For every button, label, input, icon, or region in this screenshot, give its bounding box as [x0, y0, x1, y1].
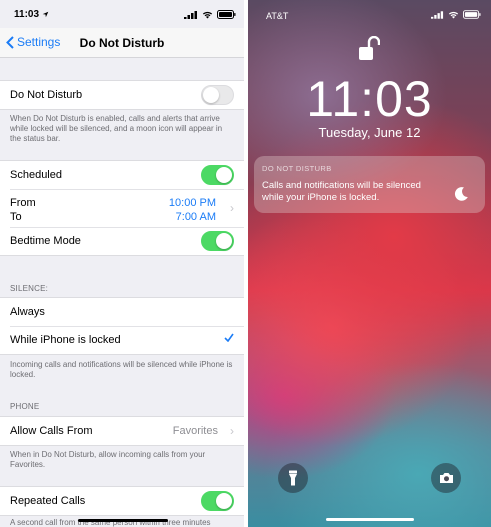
- toggle-knob: [216, 233, 232, 249]
- navigation-bar: Settings Do Not Disturb: [0, 28, 244, 58]
- signal-icon: [184, 10, 197, 19]
- bedtime-row: Bedtime Mode: [0, 227, 244, 255]
- settings-screen: 11:03 Settings Do Not Disturb Do Not Dis…: [0, 0, 244, 527]
- status-time-group: 11:03: [14, 9, 49, 20]
- from-to-row[interactable]: From To 10:00 PM 7:00 AM ›: [0, 189, 244, 227]
- repeated-calls-row: Repeated Calls: [0, 487, 244, 515]
- lock-clock: 11:03: [306, 71, 433, 127]
- repeated-group: Repeated Calls: [0, 486, 244, 516]
- unlocked-padlock-icon: [359, 36, 380, 60]
- chevron-right-icon: ›: [230, 424, 234, 438]
- repeated-calls-toggle[interactable]: [201, 491, 234, 511]
- allow-calls-value: Favorites: [172, 425, 218, 437]
- silence-always-label: Always: [10, 306, 45, 318]
- dnd-toggle[interactable]: [201, 85, 234, 105]
- toggle-knob: [203, 87, 219, 103]
- toggle-knob: [216, 493, 232, 509]
- phone-group: Allow Calls From Favorites ›: [0, 416, 244, 446]
- camera-icon: [439, 473, 453, 483]
- wifi-icon: [448, 11, 459, 19]
- status-icons: [184, 10, 236, 19]
- bedtime-label: Bedtime Mode: [10, 235, 81, 247]
- silence-header: SILENCE:: [10, 284, 49, 293]
- silence-always-row[interactable]: Always: [0, 298, 244, 326]
- chevron-right-icon: ›: [230, 201, 234, 215]
- silence-footer: Incoming calls and notifications will be…: [10, 360, 233, 379]
- lock-date: Tuesday, June 12: [318, 125, 421, 140]
- repeated-calls-label: Repeated Calls: [10, 495, 86, 507]
- battery-icon: [463, 10, 481, 19]
- flashlight-icon: [289, 470, 297, 486]
- checkmark-icon: [224, 333, 234, 342]
- to-label: To: [10, 211, 22, 223]
- silence-locked-label: While iPhone is locked: [10, 334, 121, 346]
- scheduled-row: Scheduled: [0, 161, 244, 189]
- scheduled-toggle[interactable]: [201, 165, 234, 185]
- page-title: Do Not Disturb: [79, 36, 165, 50]
- battery-icon: [217, 10, 236, 19]
- schedule-group: Scheduled From To 10:00 PM 7:00 AM › Bed…: [0, 160, 244, 256]
- from-value: 10:00 PM: [168, 197, 216, 209]
- carrier-label: AT&T: [266, 11, 289, 21]
- wifi-icon: [202, 11, 213, 19]
- scheduled-label: Scheduled: [10, 169, 62, 181]
- lock-screen: AT&T 11:03 Tuesday, June 12 DO NOT DISTU…: [248, 0, 491, 527]
- allow-calls-row[interactable]: Allow Calls From Favorites ›: [0, 417, 244, 445]
- allow-calls-footer: When in Do Not Disturb, allow incoming c…: [10, 450, 206, 469]
- bedtime-toggle[interactable]: [201, 231, 234, 251]
- lock-status-icons: [431, 10, 481, 19]
- toggle-knob: [216, 167, 232, 183]
- camera-button[interactable]: [431, 463, 461, 493]
- silence-group: Always While iPhone is locked: [0, 297, 244, 355]
- phone-header: PHONE: [10, 402, 40, 411]
- signal-icon: [431, 10, 444, 19]
- home-indicator[interactable]: [78, 519, 168, 522]
- from-label: From: [10, 197, 36, 209]
- to-value: 7:00 AM: [175, 211, 216, 223]
- moon-icon: [454, 187, 468, 201]
- dnd-label: Do Not Disturb: [10, 89, 83, 101]
- dnd-group: Do Not Disturb: [0, 80, 244, 110]
- notification-title: DO NOT DISTURB: [262, 164, 332, 173]
- lock-status-bar: AT&T: [248, 0, 491, 24]
- home-indicator[interactable]: [326, 518, 414, 521]
- status-bar: 11:03: [0, 0, 244, 28]
- dnd-notification[interactable]: DO NOT DISTURB Calls and notifications w…: [254, 156, 485, 213]
- dnd-row: Do Not Disturb: [0, 81, 244, 109]
- allow-calls-label: Allow Calls From: [10, 425, 93, 437]
- flashlight-button[interactable]: [278, 463, 308, 493]
- silence-locked-row[interactable]: While iPhone is locked: [0, 326, 244, 354]
- notification-body: Calls and notifications will be silenced…: [262, 180, 421, 203]
- status-time: 11:03: [14, 9, 40, 20]
- location-icon: [42, 11, 49, 18]
- dnd-footer: When Do Not Disturb is enabled, calls an…: [10, 114, 223, 143]
